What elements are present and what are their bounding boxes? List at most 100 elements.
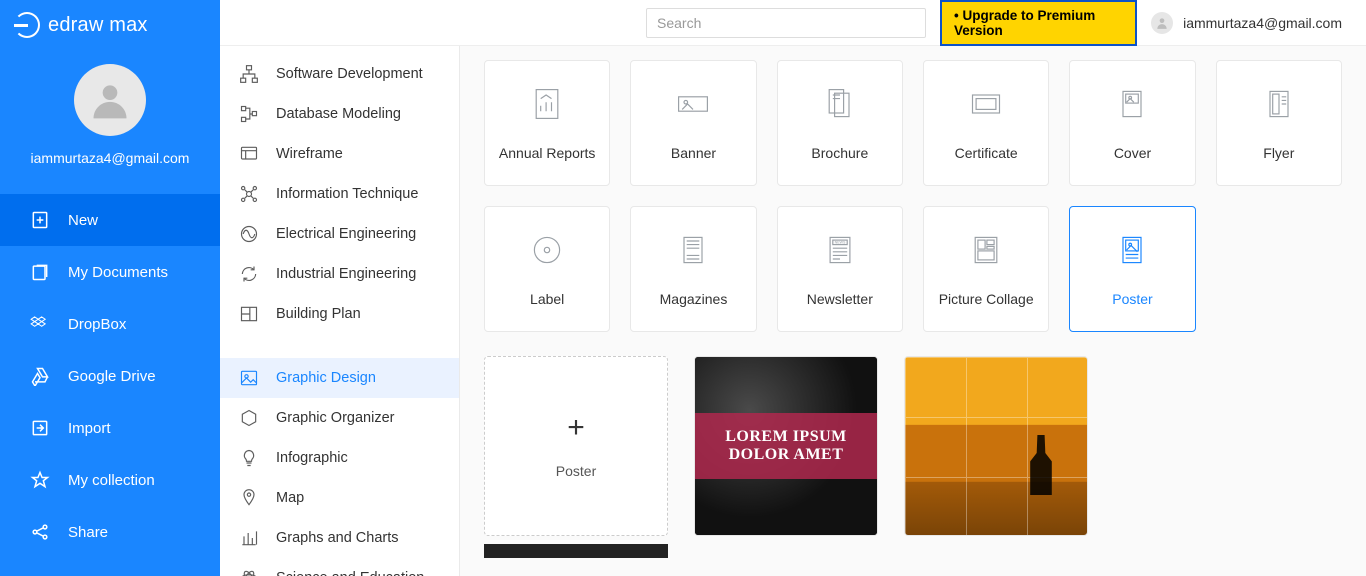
type-brochure[interactable]: Brochure (777, 60, 903, 186)
profile-email: iammurtaza4@gmail.com (31, 150, 190, 166)
nav-dropbox[interactable]: DropBox (0, 298, 220, 350)
upgrade-button[interactable]: • Upgrade to Premium Version (940, 0, 1137, 46)
magazine-icon (674, 231, 712, 269)
nav-google-drive[interactable]: Google Drive (0, 350, 220, 402)
type-newsletter[interactable]: NEWS Newsletter (777, 206, 903, 332)
cat-map[interactable]: Map (220, 478, 459, 518)
cat-label: Industrial Engineering (276, 266, 416, 282)
nav-new[interactable]: New (0, 194, 220, 246)
cat-label: Map (276, 490, 304, 506)
flyer-icon (1260, 85, 1298, 123)
search-wrap (646, 8, 926, 38)
nav-label: My collection (68, 472, 155, 489)
plus-file-icon (30, 210, 50, 230)
template-thumb-partial[interactable] (484, 544, 668, 558)
logo-icon (14, 12, 40, 38)
band-line-2: DOLOR AMET (729, 446, 844, 464)
disc-icon (528, 231, 566, 269)
cat-graphic-design[interactable]: Graphic Design (220, 358, 459, 398)
cat-building-plan[interactable]: Building Plan (220, 294, 459, 334)
category-group-bottom: Graphic Design Graphic Organizer Infogra… (220, 350, 459, 576)
star-icon (30, 470, 50, 490)
nav-my-collection[interactable]: My collection (0, 454, 220, 506)
type-label: Annual Reports (499, 145, 596, 161)
avatar[interactable] (74, 64, 146, 136)
type-cover[interactable]: Cover (1069, 60, 1195, 186)
cat-label: Software Development (276, 66, 423, 82)
type-banner[interactable]: Banner (630, 60, 756, 186)
poster-icon (1113, 231, 1151, 269)
nav-label: Import (68, 420, 111, 437)
type-label: Brochure (811, 145, 868, 161)
brochure-icon (821, 85, 859, 123)
cat-wireframe[interactable]: Wireframe (220, 134, 459, 174)
cat-label: Graphic Organizer (276, 410, 394, 426)
category-group-top: Software Development Database Modeling W… (220, 46, 459, 342)
type-magazines[interactable]: Magazines (630, 206, 756, 332)
nav-import[interactable]: Import (0, 402, 220, 454)
type-picture-collage[interactable]: Picture Collage (923, 206, 1049, 332)
nav-share[interactable]: Share (0, 506, 220, 558)
nav-label: My Documents (68, 264, 168, 281)
type-certificate[interactable]: Certificate (923, 60, 1049, 186)
bulb-icon (238, 447, 260, 469)
image-icon (238, 367, 260, 389)
share-icon (30, 522, 50, 542)
type-annual-reports[interactable]: Annual Reports (484, 60, 610, 186)
cover-icon (1113, 85, 1151, 123)
cat-database-modeling[interactable]: Database Modeling (220, 94, 459, 134)
cycle-icon (238, 263, 260, 285)
type-label[interactable]: Label (484, 206, 610, 332)
logo[interactable]: edraw max (0, 0, 220, 46)
cat-label: Electrical Engineering (276, 226, 416, 242)
cat-label: Building Plan (276, 306, 361, 322)
cat-label: Infographic (276, 450, 348, 466)
database-icon (238, 103, 260, 125)
floorplan-icon (238, 303, 260, 325)
cat-graphic-organizer[interactable]: Graphic Organizer (220, 398, 459, 438)
sine-icon (238, 223, 260, 245)
type-label: Picture Collage (939, 291, 1034, 307)
wireframe-icon (238, 143, 260, 165)
documents-icon (30, 262, 50, 282)
cat-label: Graphs and Charts (276, 530, 399, 546)
profile-block: iammurtaza4@gmail.com (0, 46, 220, 188)
svg-text:NEWS: NEWS (834, 241, 845, 245)
type-label: Poster (1112, 291, 1152, 307)
search-input[interactable] (646, 8, 926, 38)
band-line-1: LOREM IPSUM (725, 428, 847, 446)
user-chip[interactable]: iammurtaza4@gmail.com (1151, 12, 1342, 34)
template-lorem-ipsum[interactable]: LOREM IPSUM DOLOR AMET (694, 356, 878, 536)
report-icon (528, 85, 566, 123)
type-label: Label (530, 291, 564, 307)
template-type-grid: Annual Reports Banner Brochure Certifica… (480, 60, 1346, 332)
type-poster[interactable]: Poster (1069, 206, 1195, 332)
nav-label: Share (68, 524, 108, 541)
template-sunset[interactable] (904, 356, 1088, 536)
cat-infographic[interactable]: Infographic (220, 438, 459, 478)
hierarchy-icon (238, 63, 260, 85)
nav-my-documents[interactable]: My Documents (0, 246, 220, 298)
nav: New My Documents DropBox Google Drive Im… (0, 188, 220, 576)
google-drive-icon (30, 366, 50, 386)
template-title-band: LOREM IPSUM DOLOR AMET (695, 413, 877, 479)
hexagon-icon (238, 407, 260, 429)
nav-label: Google Drive (68, 368, 156, 385)
cat-science-and-education[interactable]: Science and Education (220, 558, 459, 576)
cat-industrial-engineering[interactable]: Industrial Engineering (220, 254, 459, 294)
cat-label: Information Technique (276, 186, 418, 202)
cat-software-development[interactable]: Software Development (220, 54, 459, 94)
type-flyer[interactable]: Flyer (1216, 60, 1342, 186)
cat-information-technique[interactable]: Information Technique (220, 174, 459, 214)
content-area: Annual Reports Banner Brochure Certifica… (460, 46, 1366, 576)
category-column: Software Development Database Modeling W… (220, 0, 460, 576)
template-new-poster[interactable]: + Poster (484, 356, 668, 536)
atom-icon (238, 567, 260, 576)
collage-icon (967, 231, 1005, 269)
cat-electrical-engineering[interactable]: Electrical Engineering (220, 214, 459, 254)
app-root: • Upgrade to Premium Version iammurtaza4… (0, 0, 1366, 576)
cat-graphs-and-charts[interactable]: Graphs and Charts (220, 518, 459, 558)
grid-overlay (905, 357, 1087, 535)
type-label: Banner (671, 145, 716, 161)
avatar-icon (1151, 12, 1173, 34)
